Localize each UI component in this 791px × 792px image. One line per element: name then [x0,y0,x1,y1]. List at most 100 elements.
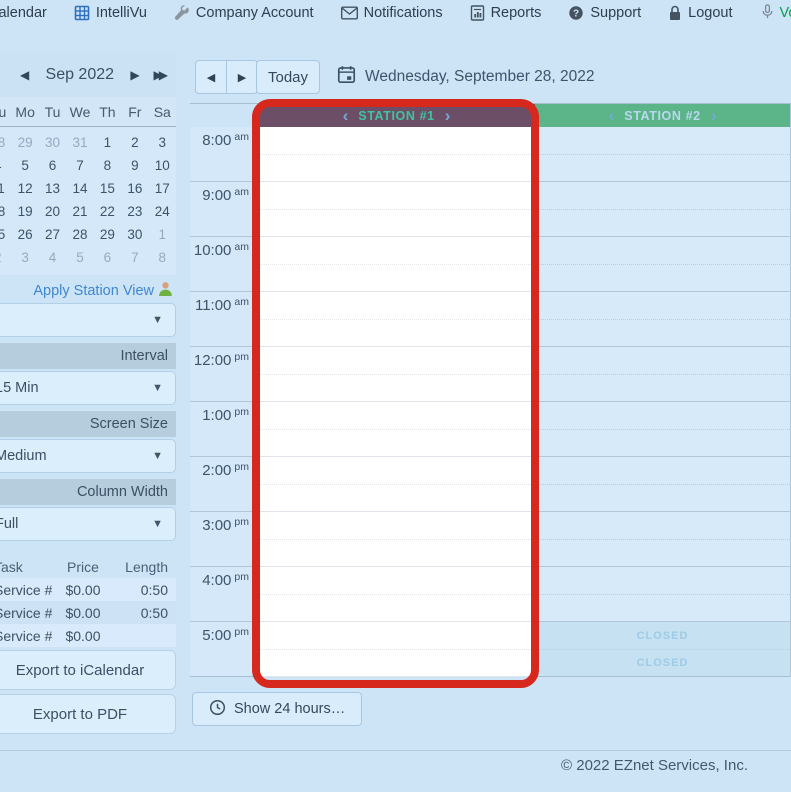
calendar-day[interactable]: 3 [11,246,38,269]
station2-slot[interactable] [535,457,790,512]
calendar-day[interactable]: 2 [121,131,148,154]
nav-item-intellivu[interactable]: IntelliVu [74,5,147,21]
calendar-day[interactable]: 30 [121,223,148,246]
calendar-day[interactable]: 7 [66,154,93,177]
service-price: $0.00 [52,582,114,598]
next-day-button[interactable]: ▶ [226,61,257,93]
services-table: TaskPriceLengthService #1$0.000:50Servic… [0,555,176,647]
calendar-day[interactable]: 6 [94,246,121,269]
calendar-day[interactable]: 1 [94,131,121,154]
station2-slot[interactable] [535,292,790,347]
station-view-select[interactable]: ▼ [0,303,176,337]
services-header-row: TaskPriceLength [0,555,176,578]
station-next-icon[interactable]: › [445,107,451,124]
nav-item-calendar[interactable]: Calendar [0,5,47,21]
interval-select[interactable]: 15 Min ▼ [0,371,176,405]
calendar-day[interactable]: 5 [66,246,93,269]
column-width-select[interactable]: Full ▼ [0,507,176,541]
calendar-day[interactable]: 16 [121,177,148,200]
station1-slot[interactable] [258,237,535,292]
calendar-day[interactable]: 19 [11,200,38,223]
station-header-1[interactable]: ‹STATION #1› [258,104,535,127]
station-prev-icon[interactable]: ‹ [609,107,615,124]
hour-row: 3:00pm [190,512,790,567]
station1-slot[interactable] [258,347,535,402]
calendar-day[interactable]: 8 [149,246,176,269]
nav-item-logout[interactable]: Logout [668,5,732,21]
apply-station-view-link[interactable]: Apply Station View [33,283,154,299]
calendar-day[interactable]: 8 [94,154,121,177]
calendar-day[interactable]: 11 [0,177,11,200]
today-button[interactable]: Today [256,60,320,94]
station2-slot[interactable] [535,127,790,182]
calendar-day[interactable]: 29 [11,131,38,154]
calendar-day[interactable]: 21 [66,200,93,223]
calendar-day[interactable]: 26 [11,223,38,246]
station1-slot[interactable] [258,622,535,677]
station1-slot[interactable] [258,457,535,512]
station2-slot[interactable] [535,512,790,567]
calendar-day[interactable]: 10 [149,154,176,177]
calendar-week-row: 2345678 [0,246,176,269]
station1-slot[interactable] [258,512,535,567]
calendar-day[interactable]: 6 [39,154,66,177]
calendar-day[interactable]: 12 [11,177,38,200]
prev-month-icon[interactable]: ◀ [20,69,29,81]
calendar-day[interactable]: 29 [94,223,121,246]
station2-slot[interactable] [535,237,790,292]
calendar-day[interactable]: 28 [0,131,11,154]
nav-item-company-account[interactable]: Company Account [174,5,314,21]
nav-item-support[interactable]: ?Support [568,5,641,21]
calendar-day[interactable]: 13 [39,177,66,200]
calendar-day[interactable]: 24 [149,200,176,223]
calendar-day[interactable]: 4 [39,246,66,269]
nav-item-notifications[interactable]: Notifications [341,5,443,21]
calendar-day[interactable]: 3 [149,131,176,154]
prev-day-button[interactable]: ◀ [196,61,226,93]
next-month-icon[interactable]: ▶ [130,69,139,81]
station1-slot[interactable] [258,402,535,457]
calendar-day[interactable]: 18 [0,200,11,223]
screen-size-select[interactable]: Medium ▼ [0,439,176,473]
station2-slot[interactable] [535,182,790,237]
service-row[interactable]: Service #1$0.000:50 [0,578,176,601]
station1-slot[interactable] [258,127,535,182]
calendar-day[interactable]: 7 [121,246,148,269]
station2-slot[interactable] [535,347,790,402]
calendar-day[interactable]: 23 [121,200,148,223]
next-year-icon[interactable]: ▶▶ [154,69,164,81]
calendar-day[interactable]: 4 [0,154,11,177]
calendar-day[interactable]: 20 [39,200,66,223]
export-pdf-button[interactable]: Export to PDF [0,694,176,734]
grid-body: 8:00am9:00am10:00am11:00am12:00pm1:00pm2… [190,127,790,677]
calendar-day[interactable]: 14 [66,177,93,200]
service-row[interactable]: Service #2$0.000:50 [0,601,176,624]
calendar-day[interactable]: 9 [121,154,148,177]
calendar-day[interactable]: 31 [66,131,93,154]
calendar-day[interactable]: 28 [66,223,93,246]
calendar-day[interactable]: 15 [94,177,121,200]
hour-row: 8:00am [190,127,790,182]
station1-slot[interactable] [258,182,535,237]
station-prev-icon[interactable]: ‹ [343,107,349,124]
service-row[interactable]: Service #3$0.00 [0,624,176,647]
calendar-day[interactable]: 27 [39,223,66,246]
show-24-hours-button[interactable]: Show 24 hours… [192,692,362,726]
nav-item-reports[interactable]: Reports [470,5,542,21]
station2-slot[interactable] [535,567,790,622]
calendar-day[interactable]: 1 [149,223,176,246]
date-title-row: Wednesday, September 28, 2022 [337,60,595,94]
station1-slot[interactable] [258,292,535,347]
calendar-day[interactable]: 17 [149,177,176,200]
station-next-icon[interactable]: › [711,107,717,124]
calendar-day[interactable]: 25 [0,223,11,246]
calendar-day[interactable]: 5 [11,154,38,177]
station2-slot[interactable]: CLOSEDCLOSED [535,622,790,677]
calendar-day[interactable]: 2 [0,246,11,269]
station2-slot[interactable] [535,402,790,457]
station-header-2[interactable]: ‹STATION #2› [535,104,790,127]
calendar-day[interactable]: 30 [39,131,66,154]
export-icalendar-button[interactable]: Export to iCalendar [0,650,176,690]
calendar-day[interactable]: 22 [94,200,121,223]
station1-slot[interactable] [258,567,535,622]
